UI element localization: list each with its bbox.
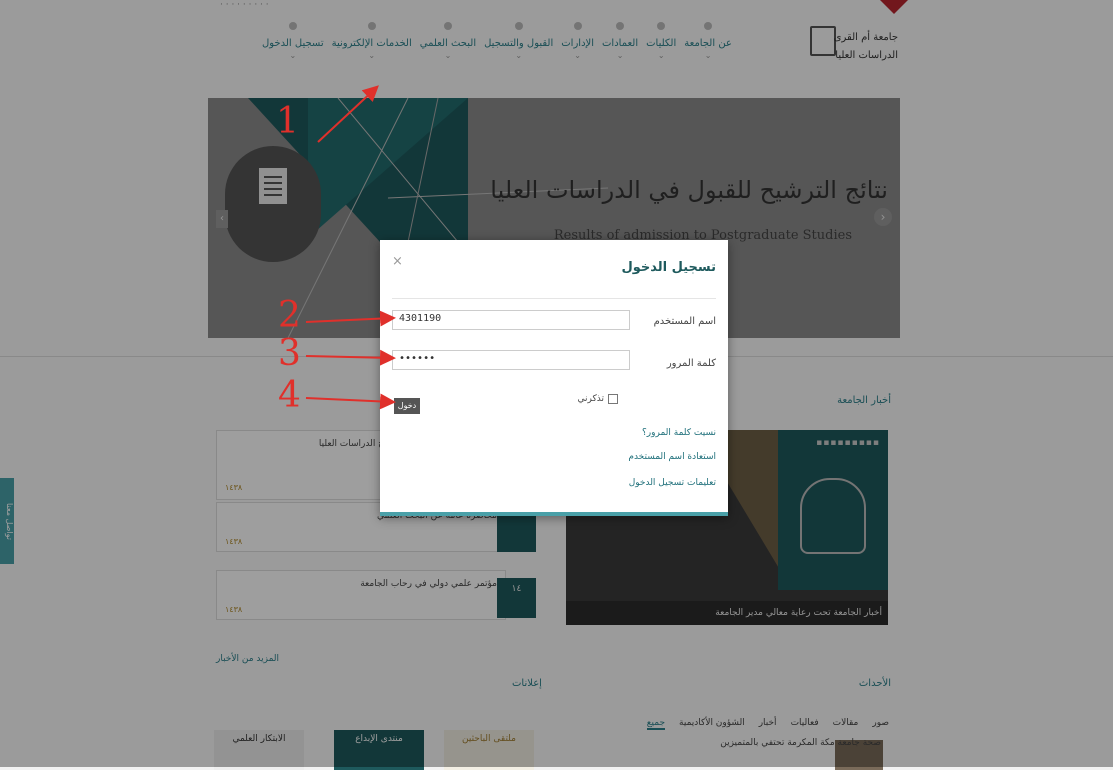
username-field[interactable]: 4301190 <box>392 310 630 330</box>
annotation-number-2: 2 <box>278 295 301 336</box>
forgot-password-link[interactable]: نسيت كلمة المرور؟ <box>642 428 716 438</box>
login-help-link[interactable]: تعليمات تسجيل الدخول <box>629 478 716 488</box>
username-label: اسم المستخدم <box>653 316 716 327</box>
close-icon[interactable]: × <box>392 254 403 269</box>
remember-label: تذكرني <box>577 394 605 404</box>
password-field[interactable]: •••••• <box>392 350 630 370</box>
remember-checkbox[interactable] <box>608 394 618 404</box>
remember-me[interactable]: تذكرني <box>577 394 618 404</box>
login-modal: × تسجيل الدخول اسم المستخدم 4301190 كلمة… <box>380 240 728 516</box>
login-submit-button[interactable]: دخول <box>394 398 420 414</box>
annotation-number-3: 3 <box>278 333 301 374</box>
modal-divider <box>392 298 716 299</box>
modal-title: تسجيل الدخول <box>621 260 716 275</box>
password-label: كلمة المرور <box>666 358 716 369</box>
recover-username-link[interactable]: استعادة اسم المستخدم <box>628 452 716 462</box>
annotation-number-4: 4 <box>278 375 301 416</box>
modal-accent-bar <box>380 512 728 516</box>
annotation-number-1: 1 <box>276 101 299 142</box>
